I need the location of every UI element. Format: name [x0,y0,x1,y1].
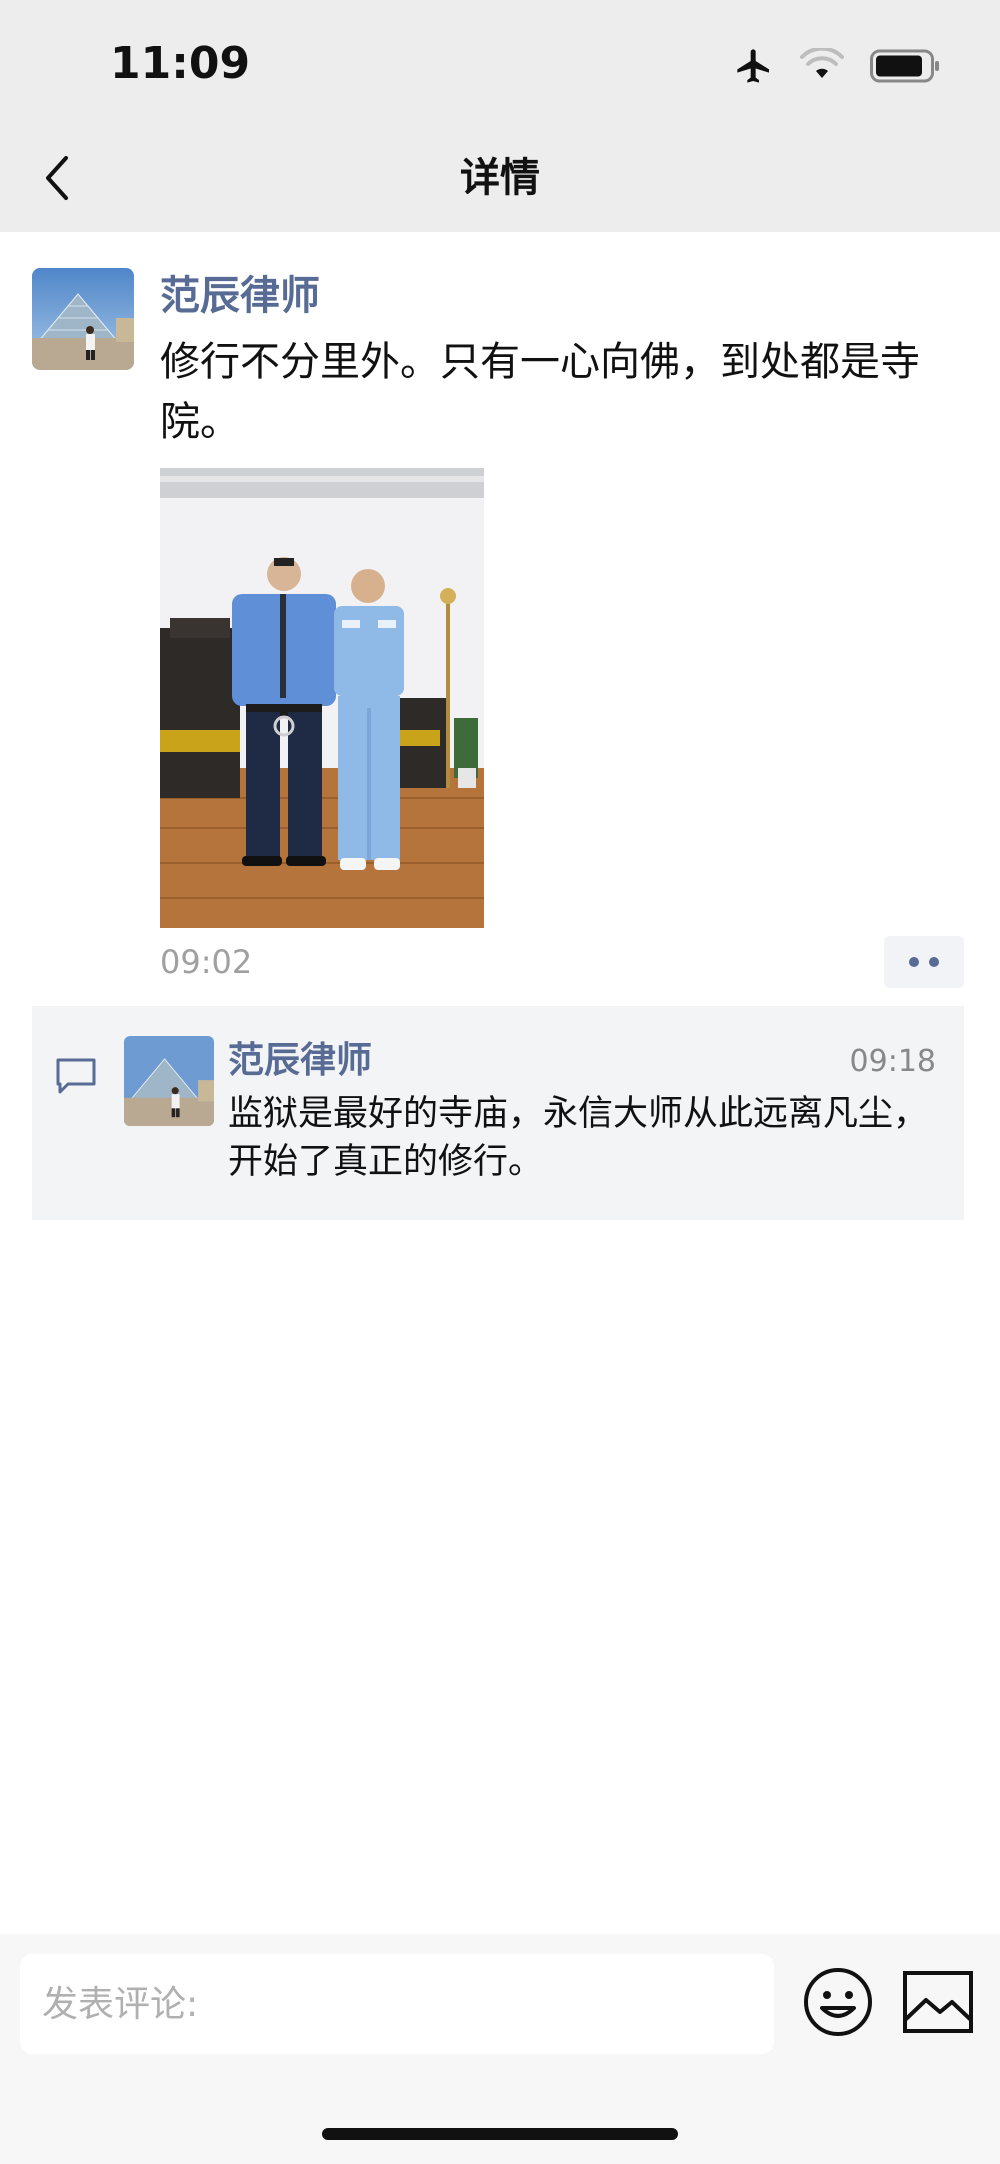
emoji-icon[interactable] [802,1966,874,2038]
home-indicator[interactable] [322,2128,678,2140]
comment-icon [56,1058,96,1094]
airplane-icon [737,49,769,83]
status-time: 11:09 [110,38,251,89]
more-dots-icon [909,957,919,967]
comments-section: 范辰律师 09:18 监狱是最好的寺庙，永信大师从此远离凡尘，开始了真正的修行。 [32,1006,964,1220]
page-title: 详情 [460,155,540,201]
more-button[interactable] [884,936,964,988]
post-time: 09:02 [160,943,253,981]
top-bar: 11:09 详情 [0,0,1000,232]
image-icon[interactable] [902,1970,974,2034]
wifi-icon [800,48,844,78]
comment-text: 监狱是最好的寺庙，永信大师从此远离凡尘，开始了真正的修行。 [228,1094,929,1182]
status-icons [734,44,940,88]
post-text: 修行不分里外。只有一心向佛，到处都是寺院。 [160,339,920,445]
comment-input[interactable] [20,1954,774,2054]
post-photo[interactable] [160,468,484,928]
post-author-name[interactable]: 范辰律师 [160,268,320,324]
battery-icon [870,49,939,83]
comment-time: 09:18 [849,1044,936,1079]
comment-author-name[interactable]: 范辰律师 [228,1036,372,1086]
author-avatar[interactable] [32,268,134,370]
comment-avatar[interactable] [124,1036,214,1126]
